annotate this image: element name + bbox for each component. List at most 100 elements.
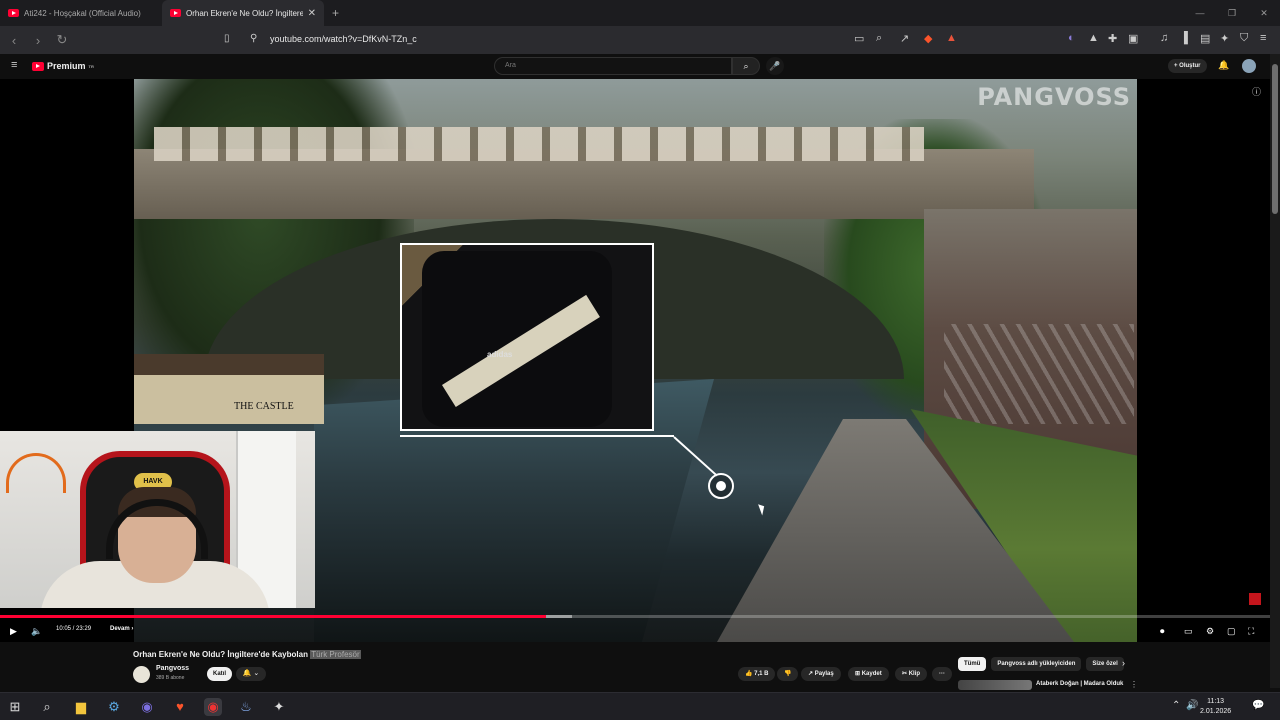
volume-icon[interactable]: 🔊 <box>1186 700 1198 711</box>
menu-icon[interactable]: ≡ <box>1260 32 1266 44</box>
recommended-more-icon[interactable]: ⋮ <box>1130 680 1138 689</box>
channel-avatar[interactable] <box>133 666 150 683</box>
browser-tab-bar: Ati242 - Hoşçakal (Official Audio) Orhan… <box>0 0 1280 26</box>
search-icon[interactable]: ⌕ <box>38 698 56 716</box>
fullscreen-icon[interactable]: ⛶ <box>1248 622 1254 640</box>
cast-icon[interactable]: ▭ <box>854 32 864 45</box>
youtube-logo[interactable]: Premium TR <box>32 61 94 71</box>
join-button[interactable]: Katıl <box>207 667 233 681</box>
chapter-button[interactable]: Devam › <box>110 626 133 632</box>
page-scrollbar[interactable] <box>1270 54 1280 688</box>
chip-all[interactable]: Tümü <box>958 657 987 671</box>
recommended-video-title[interactable]: Ataberk Doğan | Madara Olduk <box>1036 681 1123 687</box>
streamer-webcam: HAVK <box>0 431 315 608</box>
window-controls: — ❐ ✕ <box>1184 0 1280 26</box>
obs-icon[interactable]: ◉ <box>204 698 222 716</box>
forward-icon[interactable]: › <box>28 33 48 48</box>
subtitles-icon[interactable]: ▭ <box>1184 622 1193 640</box>
recommended-video-thumbnail[interactable] <box>958 680 1032 690</box>
location-marker-icon <box>708 473 734 499</box>
share-icon[interactable]: ↗ <box>900 32 909 45</box>
minimize-button[interactable]: — <box>1184 0 1216 26</box>
autoplay-toggle-icon[interactable]: ⏺ <box>1160 622 1165 640</box>
info-icon[interactable]: ⓘ <box>1252 85 1261 98</box>
extension-icon[interactable]: ▲ <box>1088 32 1099 44</box>
callout-line <box>400 435 674 437</box>
zoom-icon[interactable]: ⌕ <box>876 32 882 45</box>
voice-search-icon[interactable]: 🎤 <box>766 57 784 75</box>
progress-played <box>0 615 547 618</box>
volume-icon[interactable]: 🔈 <box>31 622 42 640</box>
new-tab-button[interactable]: + <box>324 6 347 20</box>
close-tab-icon[interactable]: ✕ <box>308 8 316 19</box>
restore-button[interactable]: ❐ <box>1216 0 1248 26</box>
file-explorer-icon[interactable]: ▆ <box>72 698 90 716</box>
brave-rewards-icon[interactable]: ▲ <box>946 32 957 44</box>
video-details: Orhan Ekren'e Ne Oldu? İngiltere'de Kayb… <box>0 642 1280 690</box>
youtube-favicon-icon <box>8 9 19 17</box>
tray-overflow-icon[interactable]: ⌃ <box>1172 700 1180 711</box>
notifications-icon[interactable]: 🔔 <box>1218 60 1229 71</box>
youtube-header: ≡ Premium TR Ara ⌕ 🎤 + Oluştur 🔔 <box>0 54 1280 79</box>
video-player[interactable]: THE CASTLE PANGVOSS adidas HAVK ⓘ ▶ 🔈 10… <box>0 79 1270 642</box>
discord-icon[interactable]: ◉ <box>138 698 156 716</box>
clock-date: 2.01.2026 <box>1200 708 1232 715</box>
settings-icon[interactable]: ⚙ <box>1206 622 1214 640</box>
logo-country: TR <box>88 63 94 69</box>
chip-for-you[interactable]: Size özel <box>1086 657 1124 671</box>
site-settings-icon[interactable]: ⚲ <box>250 33 257 44</box>
start-icon[interactable]: ⊞ <box>6 698 24 716</box>
bag-logo: adidas <box>487 350 513 359</box>
close-window-button[interactable]: ✕ <box>1248 0 1280 26</box>
narrowboat <box>134 354 324 424</box>
media-icon[interactable]: ♫ <box>1160 32 1168 44</box>
chip-from-uploader[interactable]: Pangvoss adlı yükleyiciden <box>991 657 1082 671</box>
reload-icon[interactable]: ↻ <box>52 32 72 48</box>
brave-browser-icon[interactable]: ♥ <box>171 698 189 716</box>
sidebar-icon[interactable]: ▐ <box>1180 32 1188 44</box>
notifications-icon[interactable]: 💬 <box>1252 700 1264 711</box>
back-icon[interactable]: ‹ <box>4 33 24 48</box>
search-input[interactable]: Ara <box>494 57 732 75</box>
address-bar: ‹ › ↻ ▯ ⚲ youtube.com/watch?v=DfKvN-TZn_… <box>0 26 1280 54</box>
theater-mode-icon[interactable]: ▢ <box>1227 622 1236 640</box>
clip-button[interactable]: ✂ Klip <box>895 667 928 681</box>
tab-title: Orhan Ekren'e Ne Oldu? İngiltere'de Kayb… <box>186 8 303 18</box>
dislike-button[interactable]: 👎 <box>777 667 799 681</box>
subscriber-count: 389 B abone <box>156 675 185 681</box>
wallet-icon[interactable]: ▤ <box>1200 32 1210 45</box>
bookmark-icon[interactable]: ▯ <box>224 33 230 44</box>
tab-hoscakal[interactable]: Ati242 - Hoşçakal (Official Audio) <box>0 0 162 26</box>
subscription-bell-button[interactable]: 🔔 ⌄ <box>236 667 266 681</box>
brave-shield-icon[interactable]: ◆ <box>924 32 932 45</box>
guide-menu-icon[interactable]: ≡ <box>11 59 17 71</box>
save-button[interactable]: ⊞ Kaydet <box>848 667 889 681</box>
channel-name[interactable]: Pangvoss <box>156 665 189 672</box>
extension-icon[interactable]: ◐ <box>1068 32 1075 44</box>
app-icon[interactable]: ✦ <box>270 698 288 716</box>
steam-icon[interactable]: ♨ <box>237 698 255 716</box>
branding-badge[interactable] <box>1249 593 1261 605</box>
create-button[interactable]: + Oluştur <box>1168 59 1207 73</box>
scrollbar-thumb[interactable] <box>1272 64 1278 214</box>
extensions-icon[interactable]: ✚ <box>1108 32 1117 45</box>
share-button[interactable]: ↗ Paylaş <box>801 667 841 681</box>
screenshot-icon[interactable]: ▣ <box>1128 32 1138 45</box>
progress-bar[interactable] <box>0 615 1270 618</box>
create-label: Oluştur <box>1179 63 1201 69</box>
more-actions-button[interactable]: ··· <box>932 667 952 681</box>
account-avatar[interactable] <box>1242 59 1256 73</box>
app-icon[interactable]: ⚙ <box>105 698 123 716</box>
play-icon[interactable]: ▶ <box>10 622 17 640</box>
vpn-icon[interactable]: ⛉ <box>1240 32 1248 45</box>
like-button[interactable]: 👍 7,1 B <box>738 667 776 681</box>
url-field[interactable]: youtube.com/watch?v=DfKvN-TZn_c <box>270 34 417 44</box>
clock[interactable]: 11:13 2.01.2026 <box>1200 697 1231 717</box>
search-icon[interactable]: ⌕ <box>732 57 760 75</box>
video-title: Orhan Ekren'e Ne Oldu? İngiltere'de Kayb… <box>133 650 361 659</box>
chips-next-icon[interactable]: › <box>1122 658 1125 668</box>
leo-ai-icon[interactable]: ✦ <box>1220 32 1229 45</box>
tab-orhan-ekren[interactable]: Orhan Ekren'e Ne Oldu? İngiltere'de Kayb… <box>162 0 324 26</box>
time-display: 10:05 / 23:29 <box>56 626 92 632</box>
logo-text: Premium <box>47 61 86 71</box>
